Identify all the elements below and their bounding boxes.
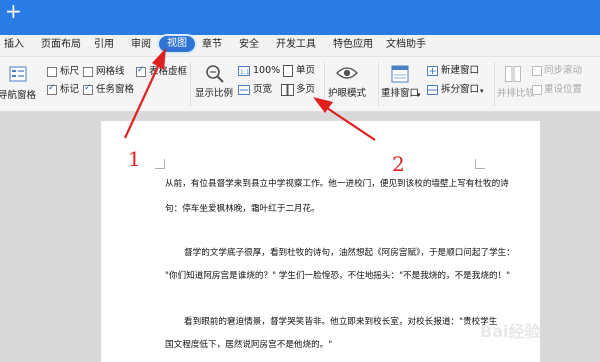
annotation-arrows [124, 48, 376, 141]
annotation-label-1: 1 [128, 147, 141, 171]
annotation-label-2: 2 [392, 152, 405, 176]
arrow-head-icon [152, 48, 166, 70]
annotation-arrow-2 [326, 107, 376, 141]
annotation-arrow-1 [124, 59, 162, 139]
watermark: Bai经验 [480, 322, 541, 341]
